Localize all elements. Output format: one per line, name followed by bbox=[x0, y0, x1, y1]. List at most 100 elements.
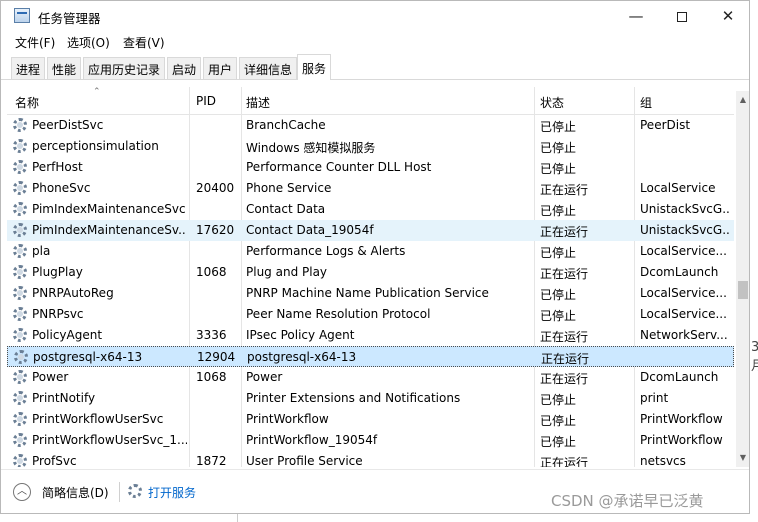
service-gear-icon bbox=[13, 181, 27, 195]
services-table: 名称 ⌃ PID 描述 状态 组 PeerDistSvc BranchCache 已… bbox=[7, 87, 734, 467]
scrollbar-thumb[interactable] bbox=[738, 281, 748, 299]
table-row[interactable]: PimIndexMaintenanceSv... 17620 Contact Dat… bbox=[7, 220, 734, 241]
scroll-down-arrow-icon[interactable]: ▼ bbox=[736, 451, 749, 465]
background-divider bbox=[237, 514, 238, 522]
task-manager-app-icon bbox=[14, 8, 30, 23]
service-pid: 12904 bbox=[197, 350, 236, 364]
table-row[interactable]: postgresql-x64-13 12904 postgresql-x64-13 正… bbox=[7, 346, 734, 367]
service-description: Windows 感知模拟服务 bbox=[246, 141, 376, 155]
service-status: 已停止 bbox=[540, 162, 577, 176]
watermark-text: CSDN @承诺早已泛黄 bbox=[551, 492, 704, 510]
minimize-button[interactable]: — bbox=[613, 1, 659, 31]
tab-users[interactable]: 用户 bbox=[203, 57, 238, 79]
menu-view[interactable]: 查看(V) bbox=[123, 34, 165, 51]
scroll-up-arrow-icon[interactable]: ▲ bbox=[736, 93, 749, 107]
service-group: netsvcs bbox=[640, 454, 686, 467]
service-status: 正在运行 bbox=[540, 372, 589, 386]
column-header-description[interactable]: 描述 bbox=[246, 94, 270, 111]
service-group: NetworkServ... bbox=[640, 328, 728, 342]
column-header-pid[interactable]: PID bbox=[196, 94, 216, 108]
service-group: DcomLaunch bbox=[640, 265, 719, 279]
service-gear-icon bbox=[13, 223, 27, 237]
service-gear-icon bbox=[13, 328, 27, 342]
tab-performance[interactable]: 性能 bbox=[47, 57, 82, 79]
service-name: postgresql-x64-13 bbox=[33, 350, 143, 364]
service-status: 已停止 bbox=[540, 435, 577, 449]
service-group: PeerDist bbox=[640, 118, 691, 132]
service-gear-icon bbox=[13, 307, 27, 321]
close-button[interactable]: ✕ bbox=[705, 1, 749, 31]
service-group: DcomLaunch bbox=[640, 370, 719, 384]
title-bar: 任务管理器 — ✕ bbox=[1, 1, 749, 31]
menu-file[interactable]: 文件(F) bbox=[15, 34, 55, 51]
service-name: perceptionsimulation bbox=[32, 139, 159, 153]
task-manager-window: 任务管理器 — ✕ 文件(F) 选项(O) 查看(V) 进程 性能 应用历史记录… bbox=[0, 0, 750, 514]
service-description: Power bbox=[246, 370, 283, 384]
service-description: IPsec Policy Agent bbox=[246, 328, 355, 342]
service-status: 已停止 bbox=[540, 414, 577, 428]
service-status: 正在运行 bbox=[541, 352, 590, 366]
service-status: 正在运行 bbox=[540, 225, 589, 239]
service-name: PimIndexMaintenanceSv... bbox=[32, 223, 187, 237]
table-row[interactable]: PhoneSvc 20400 Phone Service 正在运行 LocalServi… bbox=[7, 178, 734, 199]
table-row[interactable]: PrintWorkflowUserSvc_1... PrintWorkflow_1… bbox=[7, 430, 734, 451]
service-gear-icon bbox=[13, 202, 27, 216]
service-group: UnistackSvcG... bbox=[640, 223, 730, 237]
service-group: PrintWorkflow bbox=[640, 433, 723, 447]
fewer-details-button[interactable]: 简略信息(D) bbox=[42, 484, 109, 501]
table-row[interactable]: PolicyAgent 3336 IPsec Policy Agent 正在运行 Net… bbox=[7, 325, 734, 346]
table-row[interactable]: PNRPAutoReg PNRP Machine Name Publication… bbox=[7, 283, 734, 304]
service-description: PrintWorkflow bbox=[246, 412, 329, 426]
service-status: 正在运行 bbox=[540, 330, 589, 344]
open-services-link[interactable]: 打开服务 bbox=[148, 484, 196, 501]
service-description: Phone Service bbox=[246, 181, 332, 195]
service-description: Performance Counter DLL Host bbox=[246, 160, 432, 174]
service-group: PrintWorkflow bbox=[640, 412, 723, 426]
service-pid: 1872 bbox=[196, 454, 227, 467]
tab-startup[interactable]: 启动 bbox=[167, 57, 202, 79]
service-gear-icon bbox=[13, 139, 27, 153]
tab-details[interactable]: 详细信息 bbox=[239, 57, 298, 79]
service-status: 已停止 bbox=[540, 141, 577, 155]
service-name: PlugPlay bbox=[32, 265, 83, 279]
menu-options[interactable]: 选项(O) bbox=[67, 34, 110, 51]
service-description: postgresql-x64-13 bbox=[247, 350, 357, 364]
table-row[interactable]: PrintWorkflowUserSvc PrintWorkflow 已停止 Prin… bbox=[7, 409, 734, 430]
service-gear-icon bbox=[13, 244, 27, 258]
service-description: Performance Logs & Alerts bbox=[246, 244, 406, 258]
tab-processes[interactable]: 进程 bbox=[11, 57, 46, 79]
table-row[interactable]: Power 1068 Power 正在运行 DcomLaunch bbox=[7, 367, 734, 388]
service-name: PeerDistSvc bbox=[32, 118, 104, 132]
maximize-button[interactable] bbox=[659, 1, 705, 31]
table-row[interactable]: PerfHost Performance Counter DLL Host 已停止 bbox=[7, 157, 734, 178]
table-row[interactable]: PimIndexMaintenanceSvc Contact Data 已停止 Uni… bbox=[7, 199, 734, 220]
service-name: pla bbox=[32, 244, 51, 258]
service-gear-icon bbox=[13, 370, 27, 384]
service-gear-icon bbox=[13, 391, 27, 405]
table-row[interactable]: PrintNotify Printer Extensions and Notifi… bbox=[7, 388, 734, 409]
chevron-up-icon[interactable]: ︿ bbox=[13, 483, 31, 501]
column-header-group[interactable]: 组 bbox=[640, 94, 652, 111]
table-header: 名称 ⌃ PID 描述 状态 组 bbox=[7, 87, 734, 115]
table-row[interactable]: PlugPlay 1068 Plug and Play 正在运行 DcomLaunch bbox=[7, 262, 734, 283]
maximize-icon bbox=[677, 11, 687, 22]
service-group: LocalService... bbox=[640, 286, 727, 300]
table-row[interactable]: PeerDistSvc BranchCache 已停止 PeerDist bbox=[7, 115, 734, 136]
service-gear-icon bbox=[13, 286, 27, 300]
service-status: 已停止 bbox=[540, 204, 577, 218]
service-gear-icon bbox=[13, 160, 27, 174]
table-row[interactable]: pla Performance Logs & Alerts 已停止 LocalServ… bbox=[7, 241, 734, 262]
service-gear-icon bbox=[13, 454, 27, 467]
service-group: print bbox=[640, 391, 669, 405]
tab-services[interactable]: 服务 bbox=[297, 54, 332, 80]
tab-app-history[interactable]: 应用历史记录 bbox=[83, 57, 166, 79]
service-description: Contact Data_19054f bbox=[246, 223, 374, 237]
service-description: PNRP Machine Name Publication Service bbox=[246, 286, 489, 300]
service-gear-icon bbox=[13, 265, 27, 279]
vertical-scrollbar[interactable]: ▲ ▼ bbox=[736, 91, 749, 467]
table-row[interactable]: perceptionsimulation Windows 感知模拟服务 已停止 bbox=[7, 136, 734, 157]
table-row[interactable]: PNRPsvc Peer Name Resolution Protocol 已停止 L… bbox=[7, 304, 734, 325]
table-row[interactable]: ProfSvc 1872 User Profile Service 正在运行 netsv… bbox=[7, 451, 734, 467]
column-header-status[interactable]: 状态 bbox=[540, 94, 564, 111]
column-header-name[interactable]: 名称 bbox=[15, 94, 39, 111]
